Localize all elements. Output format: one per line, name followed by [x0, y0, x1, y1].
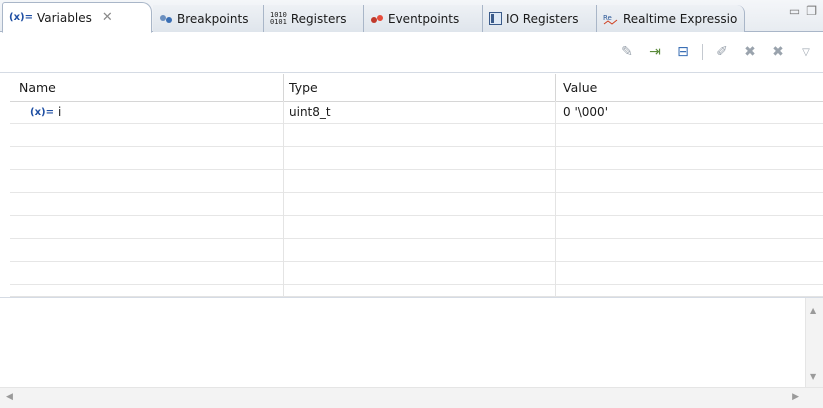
scroll-left-icon[interactable]: ◀: [6, 392, 13, 402]
vertical-scrollbar[interactable]: ▲ ▼: [805, 298, 823, 389]
horizontal-scrollbar[interactable]: ◀ ▶: [0, 387, 823, 408]
table-header: Name Type Value: [10, 74, 823, 102]
show-type-names-icon[interactable]: ⇥: [646, 43, 664, 61]
new-expression-icon[interactable]: ✎: [618, 43, 636, 61]
variables-icon: (x)=: [9, 12, 33, 23]
column-header-type[interactable]: Type: [289, 80, 318, 95]
tab-realtime-expression[interactable]: Re Realtime Expressio: [597, 5, 745, 32]
view-tab-strip: (x)= Variables ✕ Breakpoints 1010 0101 Re…: [0, 0, 823, 33]
variable-name: i: [58, 105, 62, 119]
tab-breakpoints[interactable]: Breakpoints: [153, 5, 264, 32]
realtime-expression-icon: Re: [603, 12, 619, 26]
remove-all-icon[interactable]: ✖: [769, 43, 787, 61]
tab-realtime-expression-label: Realtime Expressio: [623, 11, 738, 26]
window-controls: ▭ ❐: [789, 4, 817, 18]
tab-io-registers-label: IO Registers: [506, 11, 579, 26]
breakpoints-icon: [159, 14, 173, 24]
tab-io-registers[interactable]: IO Registers: [483, 5, 597, 32]
variable-icon: (x)=: [30, 107, 54, 118]
collapse-all-icon[interactable]: ⊟: [674, 43, 692, 61]
table-row-empty: [10, 262, 823, 285]
registers-icon: 1010 0101: [270, 10, 287, 26]
close-icon[interactable]: ✕: [102, 10, 113, 25]
table-row-empty: [10, 124, 823, 147]
tab-variables[interactable]: (x)= Variables ✕: [2, 2, 152, 33]
column-divider: [555, 101, 556, 297]
details-pane[interactable]: ▲ ▼ ◀ ▶: [0, 297, 823, 408]
maximize-icon[interactable]: ❐: [806, 4, 817, 18]
column-header-name[interactable]: Name: [19, 80, 56, 95]
column-header-value[interactable]: Value: [563, 80, 597, 95]
minimize-icon[interactable]: ▭: [789, 4, 800, 18]
eventpoints-icon: [370, 14, 384, 24]
table-row-empty: [10, 170, 823, 193]
scroll-right-icon[interactable]: ▶: [792, 392, 799, 402]
table-row[interactable]: (x)= i uint8_t 0 '\000': [10, 101, 823, 124]
tab-registers[interactable]: 1010 0101 Registers: [264, 5, 364, 32]
variables-table: Name Type Value (x)= i uint8_t 0 '\000': [10, 74, 823, 297]
table-row-empty: [10, 239, 823, 262]
table-row-empty: [10, 216, 823, 239]
edit-icon[interactable]: ✐: [713, 43, 731, 61]
tab-breakpoints-label: Breakpoints: [177, 11, 249, 26]
view-toolbar: ✎ ⇥ ⊟ ✐ ✖ ✖ ▽: [0, 33, 823, 73]
column-divider[interactable]: [283, 74, 284, 101]
tab-eventpoints[interactable]: Eventpoints: [364, 5, 483, 32]
remove-icon[interactable]: ✖: [741, 43, 759, 61]
toolbar-separator: [702, 44, 703, 60]
table-row-empty: [10, 193, 823, 216]
scroll-up-icon[interactable]: ▲: [810, 306, 816, 315]
variable-value[interactable]: 0 '\000': [563, 105, 608, 119]
svg-text:Re: Re: [603, 14, 612, 22]
tab-eventpoints-label: Eventpoints: [388, 11, 460, 26]
column-divider[interactable]: [555, 74, 556, 101]
scroll-down-icon[interactable]: ▼: [810, 372, 816, 381]
column-divider: [283, 101, 284, 297]
tab-registers-label: Registers: [290, 11, 347, 26]
variable-type: uint8_t: [289, 105, 331, 119]
view-menu-icon[interactable]: ▽: [797, 43, 815, 61]
io-registers-icon: [489, 12, 502, 25]
tab-variables-label: Variables: [36, 10, 92, 25]
table-row-empty: [10, 147, 823, 170]
